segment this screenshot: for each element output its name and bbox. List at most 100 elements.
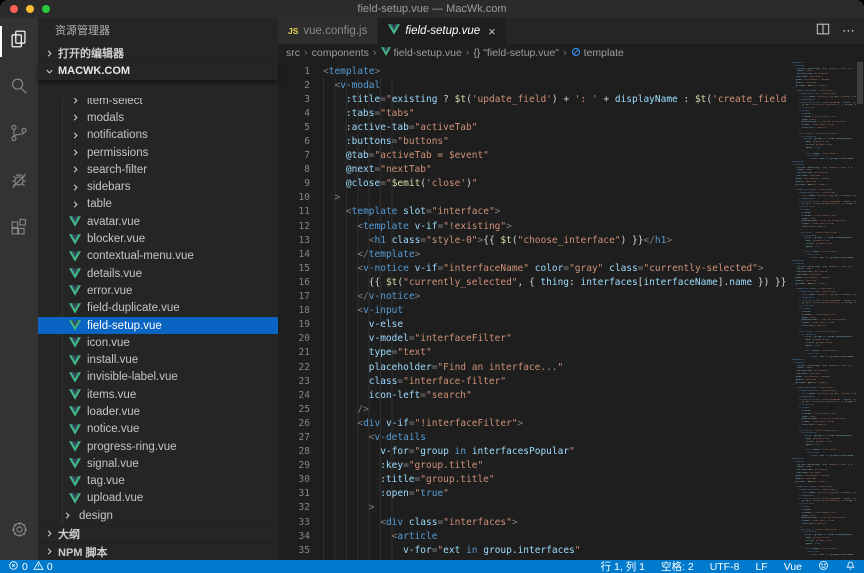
code-line-18[interactable]: 18 <v-input [278,304,790,318]
code-line-32[interactable]: 32 > [278,501,790,515]
close-tab-icon[interactable]: × [488,25,496,38]
status-problems[interactable]: 0 0 [8,560,53,573]
status-eol[interactable]: LF [755,561,767,573]
feedback-smiley-icon[interactable] [818,560,829,573]
tree-item-tag.vue[interactable]: tag.vue [38,473,278,490]
tree-item-notifications[interactable]: notifications [38,127,278,144]
section-open-editors[interactable]: 打开的编辑器 [38,44,278,62]
code-line-10[interactable]: 10 > [278,191,790,205]
tree-item-invisible-label.vue[interactable]: invisible-label.vue [38,369,278,386]
close-button[interactable] [10,5,18,13]
code-line-33[interactable]: 33 <div class="interfaces"> [278,515,790,529]
code-line-21[interactable]: 21 type="text" [278,346,790,360]
code-line-4[interactable]: 4 :tabs="tabs" [278,106,790,120]
split-editor-icon[interactable] [816,22,830,41]
tree-item-permissions[interactable]: permissions [38,144,278,161]
code-line-6[interactable]: 6 :buttons="buttons" [278,134,790,148]
minimize-button[interactable] [26,5,34,13]
code-line-29[interactable]: 29 :key="group.title" [278,459,790,473]
code-line-34[interactable]: 34 <article [278,529,790,543]
tree-item-table[interactable]: table [38,196,278,213]
breadcrumb-src[interactable]: src [286,47,300,59]
code-line-19[interactable]: 19 v-else [278,318,790,332]
activity-source-control[interactable] [0,112,38,159]
more-actions-icon[interactable]: ⋯ [842,23,856,39]
section-project[interactable]: MACWK.COM [38,62,278,80]
section-outline[interactable]: 大纲 [38,524,278,542]
manage-button[interactable] [0,512,38,552]
code-line-12[interactable]: 12 <template v-if="!existing"> [278,219,790,233]
activity-explorer[interactable] [0,18,38,65]
notifications-bell-icon[interactable] [845,560,856,573]
tree-item-items.vue[interactable]: items.vue [38,386,278,403]
code-line-3[interactable]: 3 :title="existing ? $t('update_field') … [278,92,790,106]
activity-search[interactable] [0,65,38,112]
breadcrumb-components[interactable]: components [312,47,369,59]
status-indentation[interactable]: 空格: 2 [661,559,694,573]
vue-file-icon [68,424,82,435]
code-line-16[interactable]: 16 {{ $t("currently_selected", { thing: … [278,275,790,289]
tree-item-sidebars[interactable]: sidebars [38,178,278,195]
tab-vue-config-js[interactable]: JS vue.config.js [278,18,378,44]
code-line-1[interactable]: 1<template> [278,64,790,78]
code-line-27[interactable]: 27 <v-details [278,430,790,444]
tree-item-item-select[interactable]: item-select [38,98,278,109]
tree-item-modals[interactable]: modals [38,109,278,126]
status-cursor-position[interactable]: 行 1, 列 1 [601,559,645,573]
code-editor[interactable]: 1<template>2 <v-modal3 :title="existing … [278,62,790,560]
code-line-7[interactable]: 7 @tab="activeTab = $event" [278,149,790,163]
breadcrumb-field-setup.vue[interactable]: {}"field-setup.vue" [474,47,559,59]
tree-item-avatar.vue[interactable]: avatar.vue [38,213,278,230]
code-line-22[interactable]: 22 placeholder="Find an interface..." [278,360,790,374]
tree-item-install.vue[interactable]: install.vue [38,351,278,368]
minimap[interactable]: <template> <v-modal :title="existing ? $… [790,62,856,560]
code-line-13[interactable]: 13 <h1 class="style-0">{{ $t("choose_int… [278,233,790,247]
code-line-23[interactable]: 23 class="interface-filter" [278,374,790,388]
status-language-mode[interactable]: Vue [784,561,802,573]
line-number: 8 [278,164,310,175]
code-line-28[interactable]: 28 v-for="group in interfacesPopular" [278,445,790,459]
breadcrumb-template[interactable]: template [571,47,624,60]
tree-item-field-setup.vue[interactable]: field-setup.vue [38,317,278,334]
tree-item-upload.vue[interactable]: upload.vue [38,490,278,507]
tree-item-label: invisible-label.vue [87,371,178,383]
code-line-17[interactable]: 17 </v-notice> [278,290,790,304]
tree-item-icon.vue[interactable]: icon.vue [38,334,278,351]
breadcrumb-field-setup.vue[interactable]: field-setup.vue [381,47,462,59]
code-line-5[interactable]: 5 :active-tab="activeTab" [278,120,790,134]
tree-item-label: search-filter [87,164,147,176]
tree-item-blocker.vue[interactable]: blocker.vue [38,230,278,247]
status-encoding[interactable]: UTF-8 [710,561,740,573]
scrollbar-slider[interactable] [857,62,863,104]
tree-item-error.vue[interactable]: error.vue [38,282,278,299]
tree-item-progress-ring.vue[interactable]: progress-ring.vue [38,438,278,455]
code-line-2[interactable]: 2 <v-modal [278,78,790,92]
activity-extensions[interactable] [0,206,38,253]
code-line-11[interactable]: 11 <template slot="interface"> [278,205,790,219]
tree-item-notice.vue[interactable]: notice.vue [38,421,278,438]
code-line-14[interactable]: 14 </template> [278,247,790,261]
code-line-25[interactable]: 25 /> [278,402,790,416]
code-line-31[interactable]: 31 :open="true" [278,487,790,501]
code-line-15[interactable]: 15 <v-notice v-if="interfaceName" color=… [278,261,790,275]
zoom-button[interactable] [42,5,50,13]
code-line-8[interactable]: 8 @next="nextTab" [278,163,790,177]
code-line-35[interactable]: 35 v-for="ext in group.interfaces" [278,543,790,557]
code-line-26[interactable]: 26 <div v-if="!interfaceFilter"> [278,416,790,430]
tree-item-field-duplicate.vue[interactable]: field-duplicate.vue [38,300,278,317]
project-label: MACWK.COM [58,65,130,77]
tree-item-contextual-menu.vue[interactable]: contextual-menu.vue [38,248,278,265]
code-line-20[interactable]: 20 v-model="interfaceFilter" [278,332,790,346]
tree-item-loader.vue[interactable]: loader.vue [38,403,278,420]
activity-bar [0,18,38,560]
section-npm-scripts[interactable]: NPM 脚本 [38,542,278,560]
tree-item-details.vue[interactable]: details.vue [38,265,278,282]
activity-debug[interactable] [0,159,38,206]
code-line-24[interactable]: 24 icon-left="search" [278,388,790,402]
code-line-9[interactable]: 9 @close="$emit('close')" [278,177,790,191]
tree-item-search-filter[interactable]: search-filter [38,161,278,178]
tree-item-signal.vue[interactable]: signal.vue [38,455,278,472]
tab-field-setup-vue[interactable]: field-setup.vue × [378,18,506,44]
tree-item-design[interactable]: design [38,507,278,524]
code-line-30[interactable]: 30 :title="group.title" [278,473,790,487]
